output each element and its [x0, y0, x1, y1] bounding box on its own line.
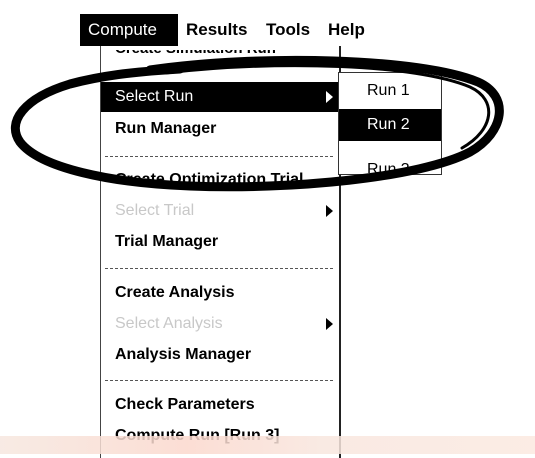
menu-separator — [105, 268, 333, 269]
menu-item-label: Select Trial — [115, 202, 195, 219]
submenu-item-run-3[interactable]: Run 3 — [339, 159, 441, 173]
menu-item-create-analysis[interactable]: Create Analysis — [101, 278, 339, 308]
menu-help[interactable]: Help — [320, 14, 376, 46]
menu-compute[interactable]: Compute — [80, 14, 178, 46]
submenu-arrow-icon — [326, 205, 333, 217]
menu-item-analysis-manager[interactable]: Analysis Manager — [101, 340, 339, 370]
submenu-arrow-icon — [326, 318, 333, 330]
menu-results[interactable]: Results — [178, 14, 258, 46]
menu-item-create-simulation-run[interactable]: Create Simulation Run — [115, 50, 276, 58]
menu-separator — [105, 156, 333, 157]
submenu-arrow-icon — [326, 91, 333, 103]
menu-separator — [105, 380, 333, 381]
menu-item-label: Select Run — [115, 88, 194, 105]
menu-item-select-run[interactable]: Select Run — [101, 82, 339, 112]
run-submenu: Run 1 Run 2 Run 3 — [338, 72, 442, 175]
menu-item-trial-manager[interactable]: Trial Manager — [101, 227, 339, 257]
menu-item-run-manager[interactable]: Run Manager — [101, 114, 339, 144]
menu-item-select-trial: Select Trial — [101, 196, 339, 226]
menu-item-check-parameters[interactable]: Check Parameters — [101, 390, 339, 420]
submenu-item-run-2[interactable]: Run 2 — [339, 109, 441, 141]
menu-item-select-analysis: Select Analysis — [101, 309, 339, 339]
watermark-band — [0, 436, 535, 454]
menu-bar: Compute Results Tools Help — [80, 14, 455, 46]
menu-item-create-optimization-trial[interactable]: Create Optimization Trial — [101, 165, 339, 195]
menu-item-label: Select Analysis — [115, 315, 223, 332]
compute-dropdown: Create Simulation Run Select Run Run Man… — [100, 46, 341, 458]
submenu-item-run-1[interactable]: Run 1 — [339, 75, 441, 107]
menu-tools[interactable]: Tools — [258, 14, 320, 46]
